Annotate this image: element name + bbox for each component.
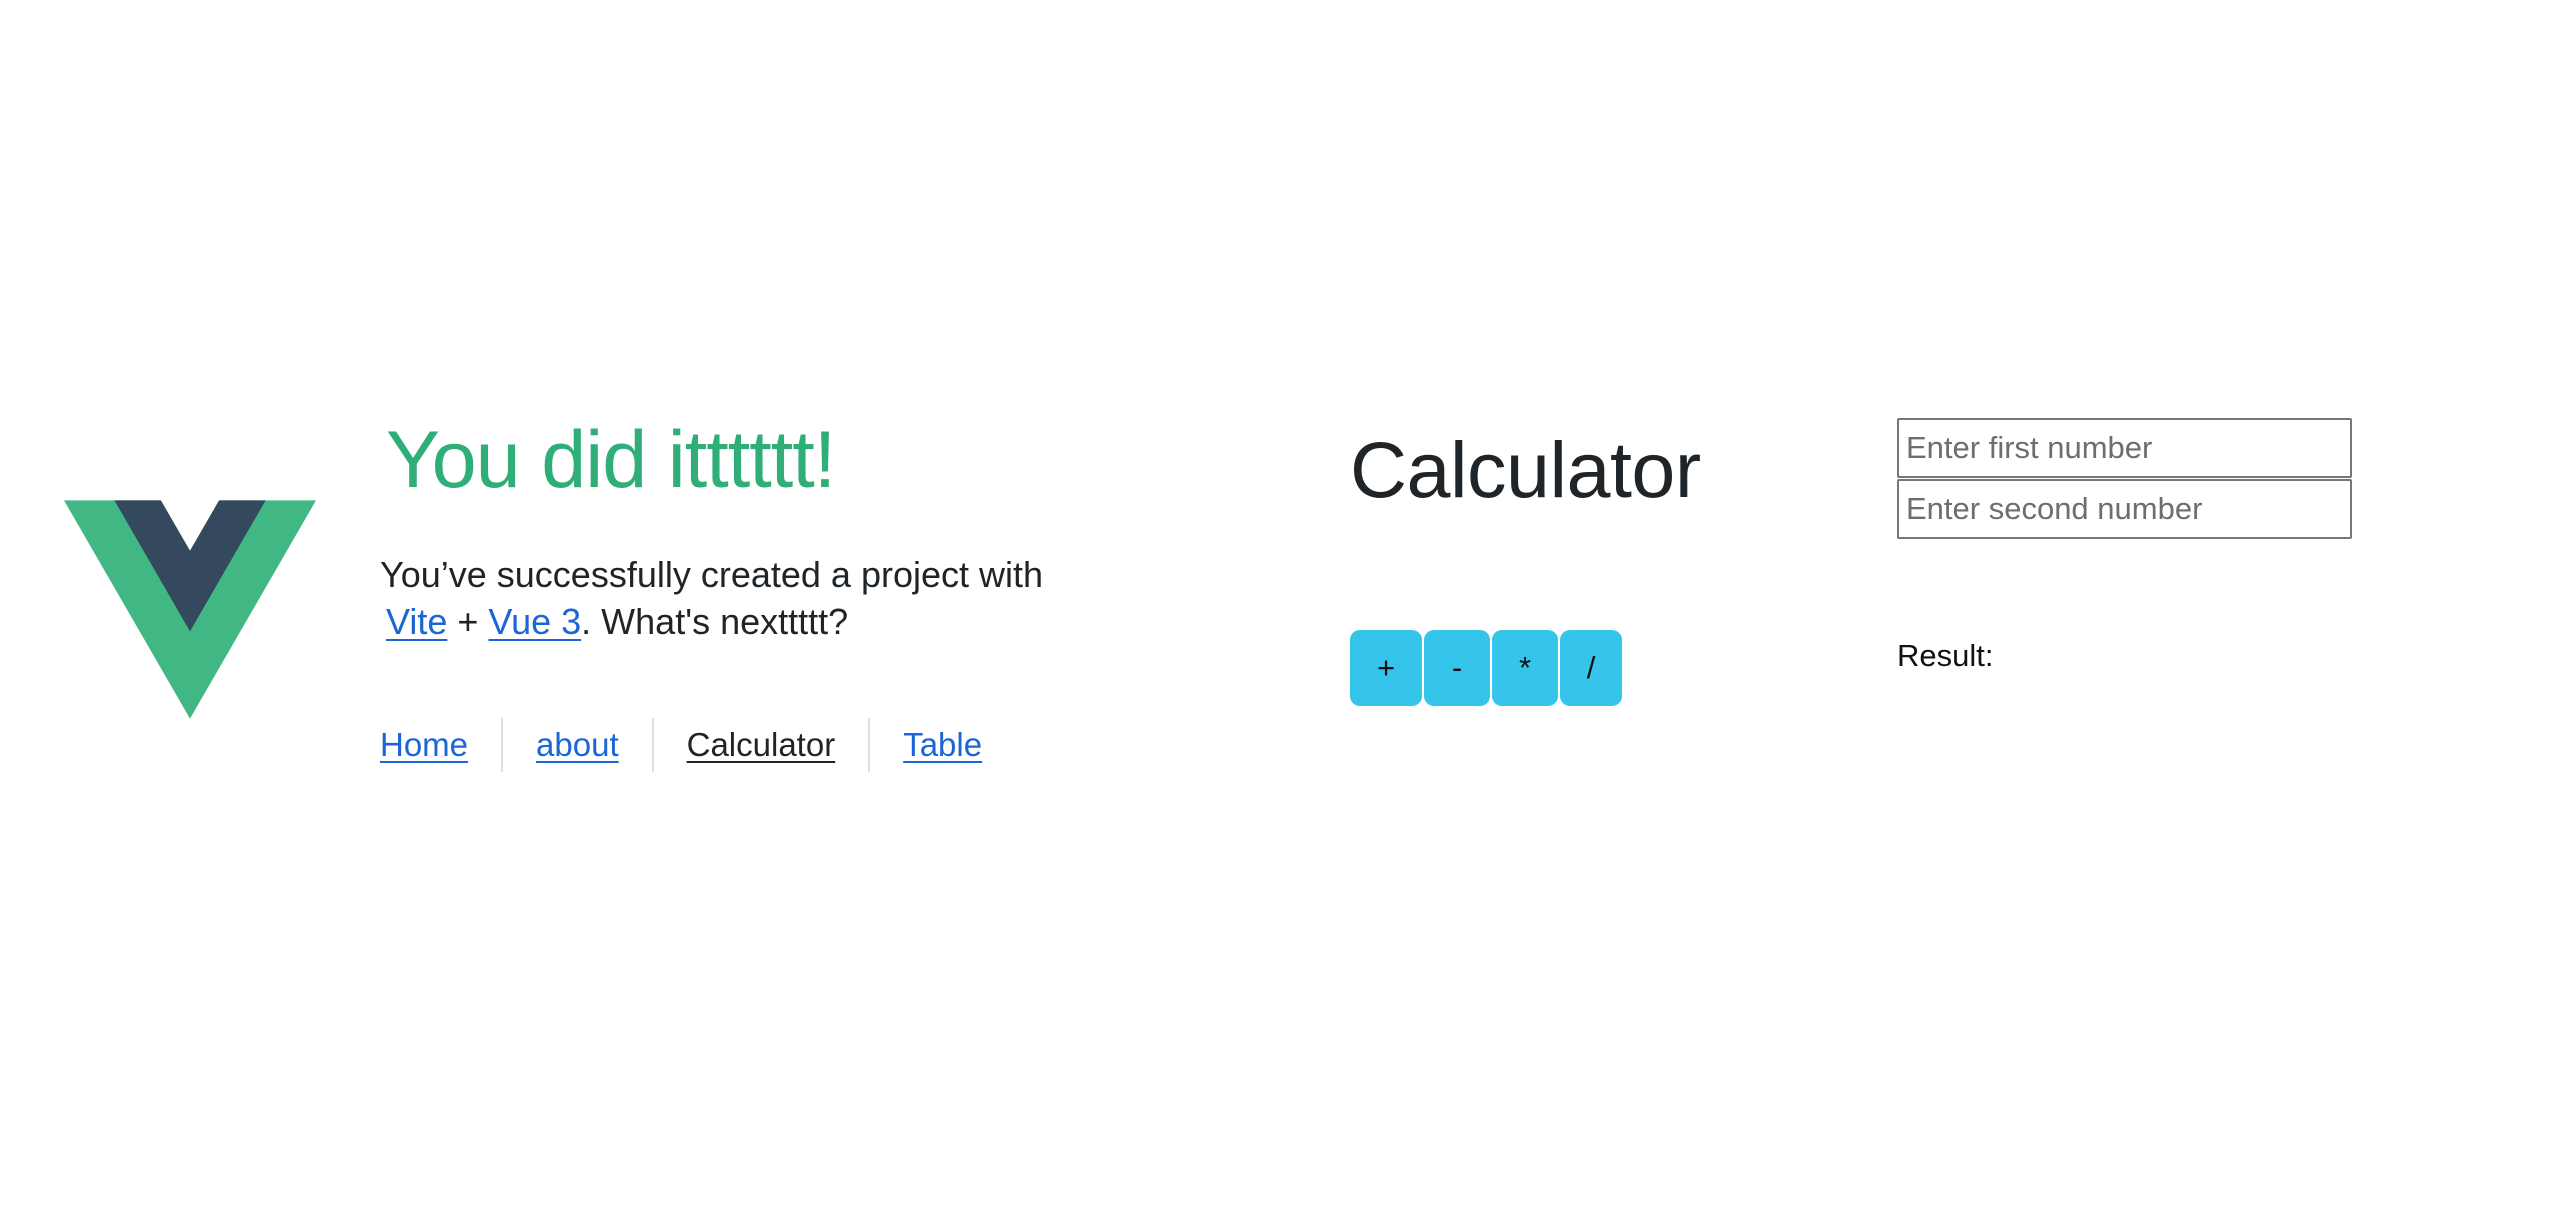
vue-logo-icon: [64, 500, 316, 719]
second-number-input[interactable]: [1897, 479, 2352, 539]
result-display: Result:: [1897, 636, 1993, 676]
add-button[interactable]: +: [1350, 630, 1422, 706]
hero-description-end: . What's nexttttt?: [581, 601, 849, 642]
plus-text: +: [447, 601, 489, 642]
nav-link-about[interactable]: about: [501, 718, 652, 772]
app-page: You did itttttt! You’ve successfully cre…: [0, 0, 2560, 1212]
divide-button[interactable]: /: [1560, 630, 1622, 706]
hero-section: You did itttttt! You’ve successfully cre…: [380, 405, 1260, 645]
multiply-button[interactable]: *: [1492, 630, 1558, 706]
nav-link-home[interactable]: Home: [380, 718, 501, 772]
calculator-title: Calculator: [1350, 425, 1701, 514]
hero-description: You’ve successfully created a project wi…: [380, 551, 1260, 645]
vite-link[interactable]: Vite: [386, 601, 447, 642]
result-label: Result:: [1897, 638, 1994, 673]
first-number-input[interactable]: [1897, 418, 2352, 478]
subtract-button[interactable]: -: [1424, 630, 1490, 706]
hero-description-text: You’ve successfully created a project wi…: [380, 554, 1044, 595]
vue-link[interactable]: Vue 3: [488, 601, 581, 642]
hero-title: You did itttttt!: [386, 415, 836, 505]
nav-link-table[interactable]: Table: [868, 718, 1015, 772]
main-nav: Home about Calculator Table: [380, 718, 1015, 772]
operator-buttons: + - * /: [1350, 630, 1622, 706]
nav-link-calculator[interactable]: Calculator: [651, 718, 869, 772]
